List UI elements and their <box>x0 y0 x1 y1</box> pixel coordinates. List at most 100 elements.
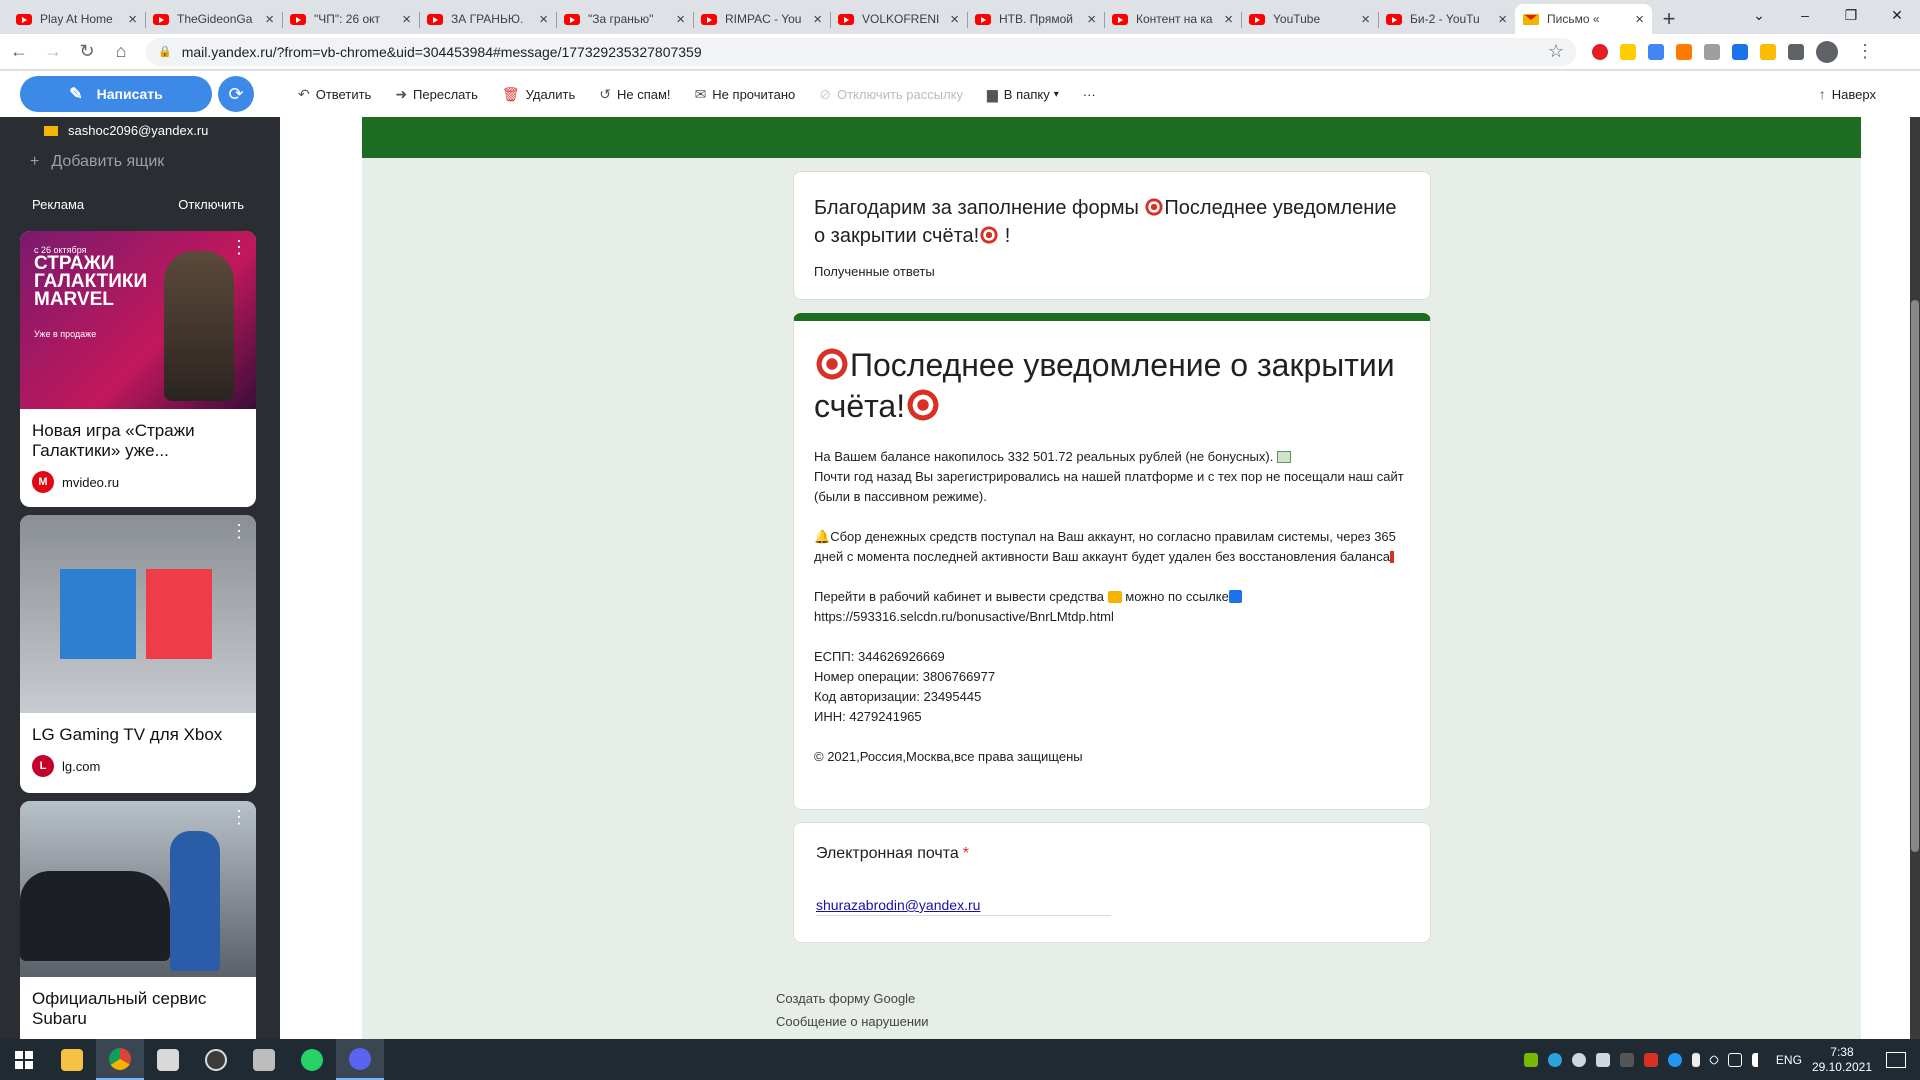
extension-icon-4[interactable] <box>1676 43 1692 60</box>
forward-icon[interactable]: → <box>38 37 68 67</box>
close-tab-icon[interactable]: × <box>1361 11 1370 28</box>
extension-icon-5[interactable] <box>1704 43 1720 60</box>
chevron-up-tray-icon[interactable] <box>1708 1053 1720 1066</box>
not-spam-button[interactable]: ↺ Не спам! <box>599 86 670 103</box>
ad-more-icon[interactable]: ⋮ <box>230 521 248 542</box>
puzzle-extensions-icon[interactable] <box>1788 43 1804 60</box>
compose-button[interactable]: ✎ Написать <box>20 76 212 112</box>
extension-icon-6[interactable] <box>1732 43 1748 60</box>
ad-title: LG Gaming TV для Xbox <box>32 725 223 744</box>
scrollbar-thumb[interactable] <box>1911 300 1919 852</box>
bookmark-star-icon[interactable]: ☆ <box>1548 41 1564 62</box>
url-text[interactable]: mail.yandex.ru/?from=vb-chrome&uid=30445… <box>182 44 1548 60</box>
browser-tab[interactable]: ЗА ГРАНЬЮ. × <box>419 4 556 34</box>
browser-tab[interactable]: TheGideonGa × <box>145 4 282 34</box>
close-tab-icon[interactable]: × <box>813 11 822 28</box>
close-tab-icon[interactable]: × <box>1087 11 1096 28</box>
telegram-tray-icon[interactable] <box>1547 1052 1562 1067</box>
taskbar-whatsapp[interactable] <box>288 1039 336 1080</box>
unsubscribe-button[interactable]: ⊘ Отключить рассылку <box>819 86 963 103</box>
account-item[interactable]: sashoc2096@yandex.ru <box>44 123 208 138</box>
taskbar-explorer[interactable] <box>48 1039 96 1080</box>
add-mailbox-button[interactable]: + Добавить ящик <box>30 153 176 171</box>
taskbar-discord[interactable] <box>336 1039 384 1080</box>
opera-extension-icon[interactable] <box>1592 43 1608 60</box>
plus-icon: + <box>30 153 40 170</box>
refresh-mail-button[interactable]: ⟳ <box>218 76 254 112</box>
create-form-link[interactable]: Создать форму Google <box>776 987 929 1010</box>
bookmark-extension-icon[interactable] <box>1620 43 1636 60</box>
discord-tray-icon[interactable] <box>1595 1052 1610 1067</box>
tab-search-icon[interactable]: ⌄ <box>1736 0 1782 30</box>
browser-tab[interactable]: Би-2 - YouTu × <box>1378 4 1515 34</box>
tab-title: "За гранью" <box>588 12 654 26</box>
folder-icon <box>61 1048 83 1071</box>
ad-card-subaru[interactable]: ⋮ Официальный сервис Subaru <box>20 801 256 1039</box>
keyboard-language[interactable]: ENG <box>1776 1053 1802 1067</box>
back-icon[interactable]: ← <box>4 37 34 67</box>
taskbar-video-editor-2[interactable] <box>240 1039 288 1080</box>
close-tab-icon[interactable]: × <box>402 11 411 28</box>
reply-button[interactable]: ↶ Ответить <box>298 86 371 103</box>
move-to-folder-button[interactable]: ▆ В папку ▾ <box>987 86 1059 103</box>
address-bar[interactable]: 🔒 mail.yandex.ru/?from=vb-chrome&uid=304… <box>146 37 1576 66</box>
minimize-button[interactable]: – <box>1782 0 1828 30</box>
close-tab-icon[interactable]: × <box>950 11 959 28</box>
ad-more-icon[interactable]: ⋮ <box>230 807 248 828</box>
browser-tab[interactable]: YouTube × <box>1241 4 1378 34</box>
mvideo-logo-icon: M <box>32 471 54 493</box>
forward-button[interactable]: ➜ Переслать <box>395 86 478 103</box>
browser-tab[interactable]: "За гранью" × <box>556 4 693 34</box>
close-tab-icon[interactable]: × <box>128 11 137 28</box>
microphone-tray-icon[interactable] <box>1691 1052 1700 1067</box>
browser-tab[interactable]: Контент на ка × <box>1104 4 1241 34</box>
youtube-favicon-icon <box>153 13 169 25</box>
ad-card-guardians[interactable]: с 26 октября СТРАЖИ ГАЛАКТИКИ MARVEL Уже… <box>20 231 256 507</box>
tray-icon-6[interactable] <box>1643 1052 1658 1067</box>
phishing-link[interactable]: https://593316.selcdn.ru/bonusactive/Bnr… <box>814 607 1410 627</box>
close-tab-icon[interactable]: × <box>1224 11 1233 28</box>
new-tab-button[interactable]: + <box>1652 4 1686 34</box>
browser-tab[interactable]: Письмо « × <box>1515 4 1652 34</box>
close-tab-icon[interactable]: × <box>539 11 548 28</box>
body-line: На Вашем балансе накопилось 332 501.72 р… <box>814 447 1410 467</box>
browser-menu-icon[interactable]: ⋮ <box>1856 41 1874 62</box>
ad-card-lg[interactable]: ⋮ LG Gaming TV для Xbox L lg.com <box>20 515 256 793</box>
more-actions-button[interactable]: ··· <box>1083 87 1096 102</box>
taskbar-video-editor[interactable] <box>144 1039 192 1080</box>
steam-tray-icon[interactable] <box>1571 1052 1586 1067</box>
close-tab-icon[interactable]: × <box>1498 11 1507 28</box>
scroll-up-button[interactable]: ↑ Наверх <box>1819 86 1876 102</box>
email-value-link[interactable]: shurazabrodin@yandex.ru <box>816 897 1111 916</box>
mark-unread-button[interactable]: ✉ Не прочитано <box>695 86 796 103</box>
volume-tray-icon[interactable] <box>1751 1052 1766 1067</box>
translate-extension-icon[interactable] <box>1648 43 1664 60</box>
clock[interactable]: 7:38 29.10.2021 <box>1812 1045 1872 1075</box>
browser-tab[interactable]: НТВ. Прямой × <box>967 4 1104 34</box>
report-abuse-link[interactable]: Сообщение о нарушении <box>776 1010 929 1033</box>
browser-tab[interactable]: VOLKOFRENI × <box>830 4 967 34</box>
ad-more-icon[interactable]: ⋮ <box>230 237 248 258</box>
taskbar-chrome[interactable] <box>96 1039 144 1080</box>
delete-button[interactable]: 🗑 Удалить <box>502 86 575 103</box>
tray-icon-5[interactable] <box>1619 1052 1634 1067</box>
close-window-button[interactable]: ✕ <box>1874 0 1920 30</box>
network-tray-icon[interactable] <box>1727 1052 1742 1067</box>
extension-icon-7[interactable] <box>1760 43 1776 60</box>
browser-tab[interactable]: "ЧП": 26 окт × <box>282 4 419 34</box>
close-tab-icon[interactable]: × <box>676 11 685 28</box>
close-tab-icon[interactable]: × <box>1635 11 1644 28</box>
browser-tab[interactable]: RIMPAC - You × <box>693 4 830 34</box>
notification-center-icon[interactable] <box>1886 1051 1906 1068</box>
maximize-button[interactable]: ❐ <box>1828 0 1874 30</box>
reload-icon[interactable]: ↻ <box>72 37 102 67</box>
tray-icon-7[interactable] <box>1667 1052 1682 1067</box>
close-tab-icon[interactable]: × <box>265 11 274 28</box>
home-icon[interactable]: ⌂ <box>106 37 136 67</box>
nvidia-tray-icon[interactable] <box>1523 1052 1538 1067</box>
browser-tab[interactable]: Play At Home × <box>8 4 145 34</box>
profile-avatar[interactable] <box>1816 40 1838 63</box>
windows-start-button[interactable] <box>0 1039 48 1080</box>
taskbar-obs[interactable] <box>192 1039 240 1080</box>
ads-disable-link[interactable]: Отключить <box>178 197 244 212</box>
